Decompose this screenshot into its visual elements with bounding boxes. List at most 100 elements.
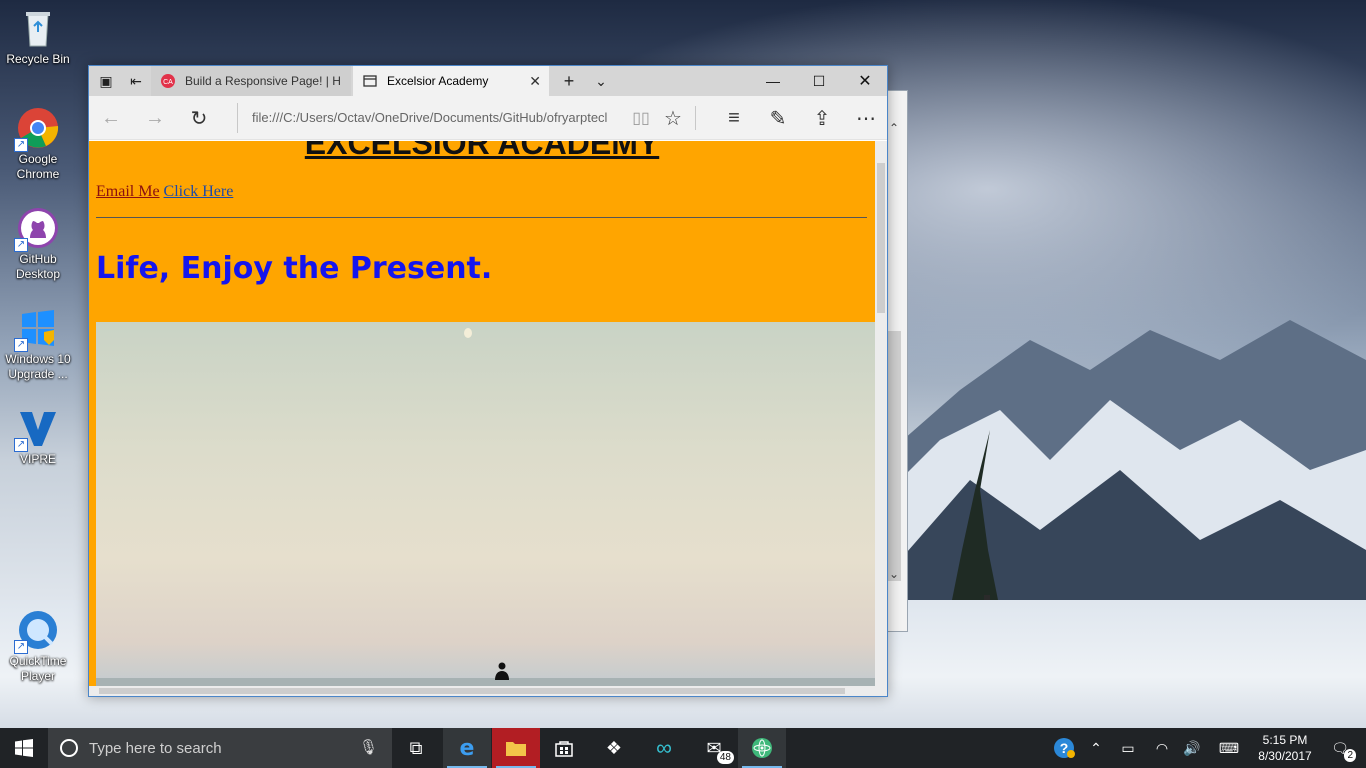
edge-icon: e: [459, 735, 475, 761]
toolbar-divider: [695, 106, 696, 130]
taskbar-search-box[interactable]: Type here to search 🎙: [48, 728, 392, 768]
taskbar-clock[interactable]: 5:15 PM 8/30/2017: [1244, 732, 1326, 764]
tab-manager-icon[interactable]: ▣: [91, 66, 121, 96]
svg-text:CA: CA: [163, 79, 173, 86]
show-hidden-icons-chevron-icon[interactable]: ⌃: [1086, 728, 1106, 768]
volume-icon[interactable]: 🔊: [1180, 728, 1204, 768]
taskbar-edge[interactable]: e: [443, 728, 491, 768]
clock-time: 5:15 PM: [1262, 733, 1308, 747]
hero-image: [96, 322, 875, 686]
arduino-icon[interactable]: ∞: [640, 728, 688, 768]
microphone-icon[interactable]: 🎙: [359, 738, 378, 756]
new-tab-icon[interactable]: +: [554, 66, 584, 96]
email-me-link[interactable]: Email Me: [96, 183, 160, 200]
close-window-icon[interactable]: ✕: [842, 66, 888, 96]
help-icon[interactable]: ?: [1050, 728, 1078, 768]
edge-browser-window: ▣ ⇤ CA Build a Responsive Page! | H Exce…: [88, 65, 888, 697]
desktop-icon-quicktime[interactable]: ↗ QuickTime Player: [2, 608, 74, 684]
desktop-icon-label: Windows 10 Upgrade ...: [5, 352, 71, 381]
tagline: Life, Enjoy the Present.: [96, 251, 493, 286]
header-divider: [96, 217, 867, 218]
desktop-icon-windows-upgrade[interactable]: ↗ Windows 10 Upgrade ...: [2, 306, 74, 382]
desktop-icon-label: QuickTime Player: [9, 654, 67, 683]
desktop-icon-label: GitHub Desktop: [15, 252, 61, 281]
atom-icon: [752, 738, 772, 758]
reading-view-icon[interactable]: ▯▯: [625, 103, 657, 133]
quicktime-icon: ↗: [14, 608, 60, 654]
codecademy-icon: CA: [161, 74, 175, 88]
taskbar-atom[interactable]: [738, 728, 786, 768]
mail-badge: 48: [716, 751, 734, 764]
tab-bar: ▣ ⇤ CA Build a Responsive Page! | H Exce…: [89, 66, 887, 96]
taskbar-file-explorer[interactable]: [492, 728, 540, 768]
close-tab-icon[interactable]: ✕: [529, 73, 541, 90]
tab-build-responsive-page[interactable]: CA Build a Responsive Page! | H: [151, 66, 351, 96]
recycle-bin-icon: [16, 6, 60, 50]
keyboard-icon[interactable]: ⌨: [1214, 728, 1244, 768]
share-icon[interactable]: ⇪: [806, 103, 838, 133]
shortcut-arrow-icon: ↗: [14, 338, 28, 352]
desktop-icon-github[interactable]: ↗ GitHub Desktop: [2, 206, 74, 282]
desktop-icon-vipre[interactable]: ↗ VIPRE: [2, 406, 74, 467]
taskbar-mail[interactable]: ✉ 48: [690, 728, 738, 768]
folder-icon: [506, 742, 526, 756]
favorite-star-icon[interactable]: ☆: [657, 103, 689, 133]
web-page-content: EXCELSIOR ACADEMY Email Me Click Here Li…: [89, 141, 875, 686]
windows-logo-icon: [15, 739, 33, 757]
tab-label: Excelsior Academy: [387, 74, 489, 88]
taskbar: Type here to search 🎙 ⧉ e ❖ ∞ ✉ 48 ? ⌃ ▭…: [0, 728, 1366, 768]
cortana-icon: [60, 739, 78, 757]
tab-label: Build a Responsive Page! | H: [185, 74, 341, 88]
maximize-icon[interactable]: ☐: [796, 66, 842, 96]
page-heading: EXCELSIOR ACADEMY: [304, 141, 660, 161]
back-arrow-icon[interactable]: ←: [95, 103, 127, 133]
set-aside-tabs-icon[interactable]: ⇤: [121, 66, 151, 96]
store-icon[interactable]: [540, 728, 588, 768]
horizontal-scroll-thumb[interactable]: [99, 688, 845, 694]
hero-moon: [464, 328, 472, 338]
minimize-icon[interactable]: —: [750, 66, 796, 96]
forward-arrow-icon[interactable]: →: [139, 103, 171, 133]
action-center[interactable]: 🗨 2: [1320, 728, 1360, 768]
dropbox-icon[interactable]: ❖: [590, 728, 638, 768]
start-button[interactable]: [0, 728, 48, 768]
vertical-scroll-thumb[interactable]: [877, 163, 885, 313]
hero-horizon: [96, 678, 875, 686]
background-window-scrollbar[interactable]: [887, 331, 901, 581]
scroll-down-icon[interactable]: ⌄: [889, 567, 899, 581]
wifi-icon[interactable]: ◠: [1150, 728, 1174, 768]
search-placeholder: Type here to search: [89, 739, 222, 757]
page-icon: [363, 75, 377, 87]
battery-icon[interactable]: ▭: [1116, 728, 1140, 768]
desktop-icon-recycle-bin[interactable]: Recycle Bin: [2, 6, 74, 67]
github-icon: ↗: [14, 206, 60, 252]
desktop-icon-label: Google Chrome: [16, 152, 60, 181]
silhouette-person-icon: [495, 662, 509, 680]
shortcut-arrow-icon: ↗: [14, 438, 28, 452]
task-view-icon[interactable]: ⧉: [392, 728, 440, 768]
hub-icon[interactable]: ≡: [718, 103, 750, 133]
shortcut-arrow-icon: ↗: [14, 640, 28, 654]
desktop-icon-label: Recycle Bin: [6, 52, 70, 66]
notification-count: 2: [1344, 749, 1356, 762]
header-links: Email Me Click Here: [96, 183, 233, 201]
horizontal-scrollbar[interactable]: [89, 686, 887, 696]
chrome-icon: ↗: [14, 106, 60, 152]
shortcut-arrow-icon: ↗: [14, 138, 28, 152]
tab-excelsior-academy[interactable]: Excelsior Academy ✕: [353, 66, 549, 96]
svg-text:?: ?: [1060, 740, 1069, 756]
clock-date: 8/30/2017: [1258, 749, 1312, 763]
shortcut-arrow-icon: ↗: [14, 238, 28, 252]
vertical-scrollbar[interactable]: [875, 141, 887, 686]
desktop-icon-chrome[interactable]: ↗ Google Chrome: [2, 106, 74, 182]
web-note-pen-icon[interactable]: ✎: [762, 103, 794, 133]
click-here-link[interactable]: Click Here: [164, 183, 234, 200]
vipre-icon: ↗: [14, 406, 60, 452]
more-options-icon[interactable]: ⋯: [850, 103, 882, 133]
refresh-icon[interactable]: ↻: [183, 103, 215, 133]
navigation-bar: ← → ↻ file:///C:/Users/Octav/OneDrive/Do…: [89, 96, 887, 140]
windows-upgrade-icon: ↗: [14, 306, 60, 352]
tab-preview-chevron-icon[interactable]: ⌄: [586, 66, 616, 96]
scroll-up-icon[interactable]: ⌃: [889, 121, 899, 135]
address-bar[interactable]: file:///C:/Users/Octav/OneDrive/Document…: [237, 103, 637, 133]
